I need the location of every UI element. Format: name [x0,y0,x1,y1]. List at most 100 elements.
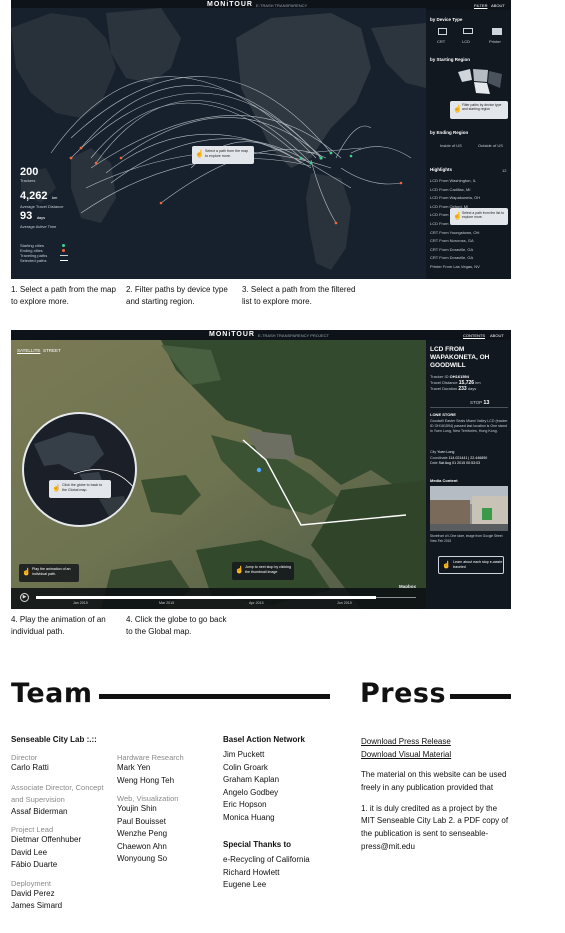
stat-unit: km [51,195,58,200]
member-name: David Perez [11,888,55,898]
nav-contents[interactable]: CONTENTS [463,333,485,338]
highlight-item[interactable]: LCD From Cadillac, MI [430,187,508,196]
map-tooltip-text: Select a path from the map to explore mo… [205,149,249,158]
brand-logo: MONiTOUR [207,1,253,8]
orange-dot-icon [62,249,65,252]
play-tooltip-text: Play the animation of an individual path… [32,567,71,576]
tab-satellite[interactable]: SATELLITE [17,348,40,353]
duration-value: 233 [458,386,467,392]
download-press-release-link[interactable]: Download Press Release [361,736,511,749]
role-label: Web, Visualization [117,794,179,803]
nav-about[interactable]: ABOUT [490,333,504,338]
top-bar: MONiTOUR E-TRASH TRANSPARENCY PROJECT CO… [11,330,511,340]
ending-region-option[interactable]: Outside of US [478,143,503,148]
pointer-icon: ☝ [22,569,31,576]
device-label[interactable]: CRT [437,39,445,44]
city-value: Yuen Long [437,450,455,454]
pointer-icon: ☝ [235,567,244,574]
highlight-item[interactable]: CRT From Doraville, GA [430,255,508,264]
member-name: Eugene Lee [223,880,267,889]
media-title: Media Content [430,478,458,483]
photo-caption: Storefront of i-One store, image from Go… [430,534,503,543]
global-map-screenshot: MONiTOUR E-TRASH TRANSPARENCY FILTER ABO… [11,0,511,279]
printer-icon[interactable] [492,28,502,35]
date-value: Sat Aug 01 2015 00:53:03 [438,461,481,465]
ending-region-option[interactable]: Inside of US [440,143,462,148]
member-name: Jim Puckett [223,750,265,759]
member-name: Wenzhe Peng [117,829,168,838]
world-map-svg [11,8,426,279]
filter-tooltip-text: Filter paths by device type and starting… [462,103,502,112]
brand-logo: MONiTOUR [209,331,255,338]
member-name: Chaewon Ahn [117,841,167,851]
path-detail-screenshot: MONiTOUR E-TRASH TRANSPARENCY PROJECT CO… [11,330,511,609]
play-tooltip: ☝ Play the animation of an individual pa… [19,564,79,582]
lcd-icon[interactable] [463,28,473,34]
divider [430,407,508,408]
globe-tooltip: ☝ Click the globe to back to the Global … [49,480,111,498]
member-name: Fábio Duarte [11,860,58,869]
satellite-map[interactable]: SATELLITE STREET ☝ Click the globe to ba… [11,340,426,609]
tab-street[interactable]: STREET [43,348,61,353]
highlight-item[interactable]: LCD From Wapakoneta, OH [430,195,508,204]
white-line-icon [60,260,68,261]
highlight-item[interactable]: CRT From Youngstown, OH [430,230,508,239]
highlight-item[interactable]: Printer From Las Vegas, NV [430,264,508,273]
map-legend: Starting cities Ending cities Traveling … [20,243,80,263]
timeline-bar[interactable]: ▶ Jan 2015 Mar 2015 Apr 2015 Jun 2015 [11,588,426,609]
caption-step-3: 3. Select a path from the filtered list … [242,285,356,306]
detail-panel: LCD FROM WAPAKONETA, OH GOODWILL Tracker… [426,340,511,609]
caption-step-4a: 4. Play the animation of an individual p… [11,615,106,636]
device-label[interactable]: Printer [489,39,501,44]
play-icon[interactable]: ▶ [20,593,29,602]
nav-filter[interactable]: FILTER [474,3,487,8]
jump-tooltip: ☝ Jump to next stop by clicking the thum… [232,562,294,580]
member-name: Youjin Shin [117,804,157,813]
store-description: Goodwill Easter Seals Miami Valley LCD (… [430,419,508,433]
list-tooltip: ☝ Select a path from the list to explore… [450,208,508,225]
filter-panel: by Device Type CRT LCD Printer by Starti… [426,10,511,279]
legend-item: Selected paths [20,258,80,263]
team-column-2: Hardware Research Mark Yen Weng Hong Teh… [117,753,217,866]
member-name: Richard Howlett [223,867,280,877]
role-label: Deployment [11,878,52,888]
nav-about[interactable]: ABOUT [491,3,505,8]
device-filter: CRT LCD Printer [434,28,509,46]
timeline-progress [36,596,376,599]
member-name: David Lee [11,847,48,857]
member-name: Eric Hopson [223,800,267,809]
member-name: Mark Yen [117,763,151,772]
green-dot-icon [62,244,65,247]
duration-label: Travel Duration [430,386,458,391]
stop-label: STOP [470,400,483,405]
distance-unit: km [475,379,481,385]
member-name: Monica Huang [223,812,275,822]
highlight-item[interactable]: CRT From Norcross, GA [430,238,508,247]
world-map[interactable]: ☝ Select a path from the map to explore … [11,8,426,279]
jump-tooltip-text: Jump to next stop by clicking the thumbn… [245,565,291,574]
caption-step-1: 1. Select a path from the map to explore… [11,285,116,306]
highlight-item[interactable]: CRT From Doraville, GA [430,247,508,256]
crt-icon[interactable] [438,28,447,35]
pointer-icon: ☝ [453,213,462,220]
globe-button[interactable]: ☝ Click the globe to back to the Global … [22,412,137,527]
timeline-label: Mar 2015 [159,601,175,605]
list-tooltip-text: Select a path from the list to explore m… [462,211,505,220]
highlight-item[interactable]: LCD From Washington, IL [430,178,508,187]
role-label: Director [11,753,38,762]
highlights-list: LCD From Washington, IL LCD From Cadilla… [430,178,508,273]
download-visual-material-link[interactable]: Download Visual Material [361,749,511,762]
stat-value: 200 [20,166,39,178]
timeline-label: Apr 2015 [249,601,264,605]
us-region-map-icon[interactable] [456,66,506,98]
member-name: Graham Kaplan [223,775,280,784]
store-photo-thumbnail[interactable] [430,486,508,531]
distance-value: 15,726 [458,379,475,386]
press-conditions-text: 1. it is duly credited as a project by t… [361,803,509,851]
lab-title: Senseable City Lab :.:: [11,735,97,744]
duration-row: Travel Duration 233 days [430,386,510,393]
stop-number: 13 [483,400,490,406]
coordinate-label: Coordinate [430,455,448,460]
member-name: James Simard [11,901,63,910]
device-label[interactable]: LCD [462,39,470,44]
